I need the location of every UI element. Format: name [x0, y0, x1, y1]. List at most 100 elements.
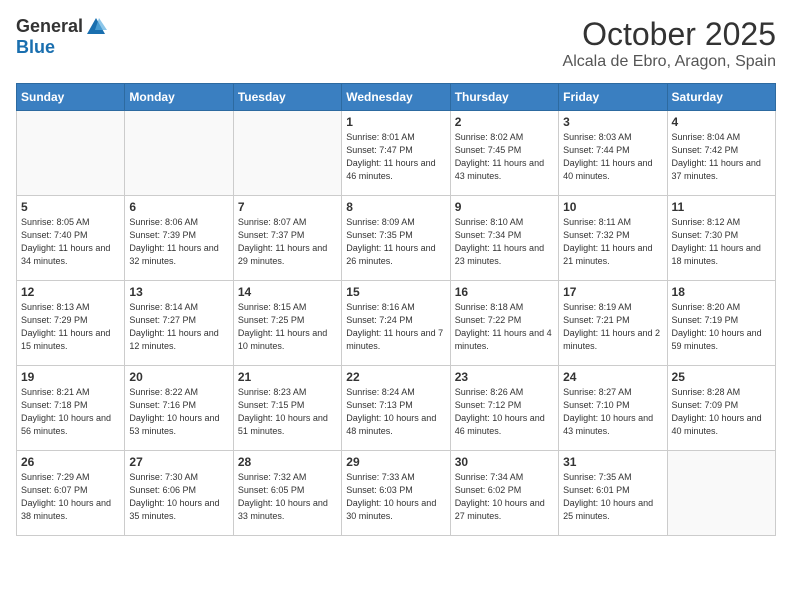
calendar-cell: 29 Sunrise: 7:33 AMSunset: 6:03 PMDayligh…	[342, 451, 450, 536]
day-number: 17	[563, 285, 662, 299]
calendar-week-4: 19 Sunrise: 8:21 AMSunset: 7:18 PMDayligh…	[17, 366, 776, 451]
day-number: 1	[346, 115, 445, 129]
day-number: 5	[21, 200, 120, 214]
calendar-week-3: 12 Sunrise: 8:13 AMSunset: 7:29 PMDayligh…	[17, 281, 776, 366]
day-number: 8	[346, 200, 445, 214]
day-number: 10	[563, 200, 662, 214]
calendar-week-2: 5Sunrise: 8:05 AMSunset: 7:40 PMDaylight…	[17, 196, 776, 281]
day-number: 18	[672, 285, 771, 299]
day-info: Sunrise: 8:04 AMSunset: 7:42 PMDaylight:…	[672, 131, 771, 183]
day-info: Sunrise: 7:29 AMSunset: 6:07 PMDaylight:…	[21, 471, 120, 523]
weekday-header-friday: Friday	[559, 84, 667, 111]
calendar-cell: 31 Sunrise: 7:35 AMSunset: 6:01 PMDayligh…	[559, 451, 667, 536]
day-info: Sunrise: 8:03 AMSunset: 7:44 PMDaylight:…	[563, 131, 662, 183]
day-info: Sunrise: 8:13 AMSunset: 7:29 PMDaylight:…	[21, 301, 120, 353]
calendar-cell: 23Sunrise: 8:26 AMSunset: 7:12 PMDayligh…	[450, 366, 558, 451]
header: General Blue October 2025 Alcala de Ebro…	[16, 16, 776, 71]
day-info: Sunrise: 8:01 AMSunset: 7:47 PMDaylight:…	[346, 131, 445, 183]
calendar-cell: 27 Sunrise: 7:30 AMSunset: 6:06 PMDayligh…	[125, 451, 233, 536]
calendar-cell: 30 Sunrise: 7:34 AMSunset: 6:02 PMDayligh…	[450, 451, 558, 536]
day-info: Sunrise: 8:16 AMSunset: 7:24 PMDaylight:…	[346, 301, 445, 353]
day-number: 29	[346, 455, 445, 469]
day-number: 4	[672, 115, 771, 129]
day-info: Sunrise: 8:23 AMSunset: 7:15 PMDaylight:…	[238, 386, 337, 438]
calendar-cell: 9 Sunrise: 8:10 AMSunset: 7:34 PMDaylight…	[450, 196, 558, 281]
day-info: Sunrise: 8:24 AMSunset: 7:13 PMDaylight:…	[346, 386, 445, 438]
calendar-cell: 13Sunrise: 8:14 AMSunset: 7:27 PMDayligh…	[125, 281, 233, 366]
day-info: Sunrise: 8:11 AMSunset: 7:32 PMDaylight:…	[563, 216, 662, 268]
calendar-cell	[233, 111, 341, 196]
calendar-cell	[125, 111, 233, 196]
calendar-cell	[17, 111, 125, 196]
day-number: 11	[672, 200, 771, 214]
day-number: 30	[455, 455, 554, 469]
location-title: Alcala de Ebro, Aragon, Spain	[563, 53, 776, 71]
calendar-cell	[667, 451, 775, 536]
day-info: Sunrise: 8:18 AMSunset: 7:22 PMDaylight:…	[455, 301, 554, 353]
calendar-cell: 3 Sunrise: 8:03 AMSunset: 7:44 PMDaylight…	[559, 111, 667, 196]
weekday-header: SundayMondayTuesdayWednesdayThursdayFrid…	[17, 84, 776, 111]
day-info: Sunrise: 7:35 AMSunset: 6:01 PMDaylight:…	[563, 471, 662, 523]
day-info: Sunrise: 7:33 AMSunset: 6:03 PMDaylight:…	[346, 471, 445, 523]
day-info: Sunrise: 7:32 AMSunset: 6:05 PMDaylight:…	[238, 471, 337, 523]
day-info: Sunrise: 8:22 AMSunset: 7:16 PMDaylight:…	[129, 386, 228, 438]
day-number: 26	[21, 455, 120, 469]
day-number: 7	[238, 200, 337, 214]
calendar-cell: 4 Sunrise: 8:04 AMSunset: 7:42 PMDaylight…	[667, 111, 775, 196]
calendar-cell: 19 Sunrise: 8:21 AMSunset: 7:18 PMDayligh…	[17, 366, 125, 451]
weekday-header-thursday: Thursday	[450, 84, 558, 111]
day-number: 20	[129, 370, 228, 384]
day-number: 2	[455, 115, 554, 129]
day-info: Sunrise: 7:34 AMSunset: 6:02 PMDaylight:…	[455, 471, 554, 523]
day-number: 12	[21, 285, 120, 299]
calendar-cell: 8Sunrise: 8:09 AMSunset: 7:35 PMDaylight…	[342, 196, 450, 281]
day-info: Sunrise: 8:20 AMSunset: 7:19 PMDaylight:…	[672, 301, 771, 353]
calendar-cell: 18 Sunrise: 8:20 AMSunset: 7:19 PMDayligh…	[667, 281, 775, 366]
calendar-cell: 7 Sunrise: 8:07 AMSunset: 7:37 PMDaylight…	[233, 196, 341, 281]
day-info: Sunrise: 8:02 AMSunset: 7:45 PMDaylight:…	[455, 131, 554, 183]
day-number: 22	[346, 370, 445, 384]
day-number: 16	[455, 285, 554, 299]
day-info: Sunrise: 8:19 AMSunset: 7:21 PMDaylight:…	[563, 301, 662, 353]
calendar-cell: 25Sunrise: 8:28 AMSunset: 7:09 PMDayligh…	[667, 366, 775, 451]
calendar-cell: 12 Sunrise: 8:13 AMSunset: 7:29 PMDayligh…	[17, 281, 125, 366]
calendar-cell: 24Sunrise: 8:27 AMSunset: 7:10 PMDayligh…	[559, 366, 667, 451]
calendar-cell: 2 Sunrise: 8:02 AMSunset: 7:45 PMDaylight…	[450, 111, 558, 196]
calendar-cell: 11 Sunrise: 8:12 AMSunset: 7:30 PMDayligh…	[667, 196, 775, 281]
day-info: Sunrise: 8:10 AMSunset: 7:34 PMDaylight:…	[455, 216, 554, 268]
weekday-header-monday: Monday	[125, 84, 233, 111]
day-info: Sunrise: 8:15 AMSunset: 7:25 PMDaylight:…	[238, 301, 337, 353]
day-info: Sunrise: 8:06 AMSunset: 7:39 PMDaylight:…	[129, 216, 228, 268]
calendar-cell: 1 Sunrise: 8:01 AMSunset: 7:47 PMDaylight…	[342, 111, 450, 196]
calendar-table: SundayMondayTuesdayWednesdayThursdayFrid…	[16, 83, 776, 536]
day-info: Sunrise: 8:21 AMSunset: 7:18 PMDaylight:…	[21, 386, 120, 438]
calendar-cell: 22 Sunrise: 8:24 AMSunset: 7:13 PMDayligh…	[342, 366, 450, 451]
weekday-header-saturday: Saturday	[667, 84, 775, 111]
day-info: Sunrise: 8:26 AMSunset: 7:12 PMDaylight:…	[455, 386, 554, 438]
day-number: 15	[346, 285, 445, 299]
day-number: 3	[563, 115, 662, 129]
day-info: Sunrise: 8:07 AMSunset: 7:37 PMDaylight:…	[238, 216, 337, 268]
day-number: 13	[129, 285, 228, 299]
day-number: 24	[563, 370, 662, 384]
day-number: 9	[455, 200, 554, 214]
day-number: 28	[238, 455, 337, 469]
day-info: Sunrise: 7:30 AMSunset: 6:06 PMDaylight:…	[129, 471, 228, 523]
calendar-cell: 26 Sunrise: 7:29 AMSunset: 6:07 PMDayligh…	[17, 451, 125, 536]
calendar-cell: 17 Sunrise: 8:19 AMSunset: 7:21 PMDayligh…	[559, 281, 667, 366]
weekday-header-tuesday: Tuesday	[233, 84, 341, 111]
calendar-cell: 15 Sunrise: 8:16 AMSunset: 7:24 PMDayligh…	[342, 281, 450, 366]
day-number: 31	[563, 455, 662, 469]
month-title: October 2025	[563, 16, 776, 53]
calendar-week-1: 1 Sunrise: 8:01 AMSunset: 7:47 PMDaylight…	[17, 111, 776, 196]
calendar-cell: 20 Sunrise: 8:22 AMSunset: 7:16 PMDayligh…	[125, 366, 233, 451]
day-info: Sunrise: 8:12 AMSunset: 7:30 PMDaylight:…	[672, 216, 771, 268]
calendar-cell: 10 Sunrise: 8:11 AMSunset: 7:32 PMDayligh…	[559, 196, 667, 281]
calendar-cell: 21Sunrise: 8:23 AMSunset: 7:15 PMDayligh…	[233, 366, 341, 451]
title-area: October 2025 Alcala de Ebro, Aragon, Spa…	[563, 16, 776, 71]
day-number: 19	[21, 370, 120, 384]
logo: General Blue	[16, 16, 107, 58]
day-number: 27	[129, 455, 228, 469]
calendar-cell: 28 Sunrise: 7:32 AMSunset: 6:05 PMDayligh…	[233, 451, 341, 536]
weekday-header-sunday: Sunday	[17, 84, 125, 111]
